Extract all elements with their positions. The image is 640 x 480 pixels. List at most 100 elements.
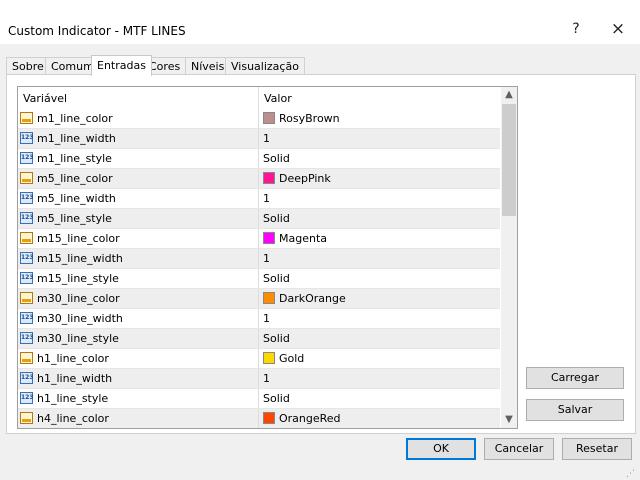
- table-row[interactable]: 123 m1_line_width 1: [18, 129, 500, 149]
- color-swatch: [263, 232, 275, 244]
- variable-cell: 123 m30_line_width: [18, 309, 259, 328]
- variable-cell: m30_line_color: [18, 289, 259, 308]
- variable-name: m1_line_width: [37, 132, 116, 145]
- value-text: 1: [263, 312, 270, 325]
- value-cell[interactable]: Magenta: [259, 229, 500, 248]
- table-row[interactable]: m1_line_color RosyBrown: [18, 109, 500, 129]
- header-value[interactable]: Valor: [259, 87, 500, 109]
- value-cell[interactable]: Solid: [259, 329, 500, 348]
- table-row[interactable]: 123 m5_line_style Solid: [18, 209, 500, 229]
- value-cell[interactable]: Solid: [259, 269, 500, 288]
- value-text: Magenta: [279, 232, 328, 245]
- load-button[interactable]: Carregar: [526, 367, 624, 389]
- value-text: 1: [263, 192, 270, 205]
- value-text: 1: [263, 252, 270, 265]
- grid-header: Variável Valor: [18, 87, 500, 109]
- int-type-icon: 123: [20, 272, 34, 284]
- int-type-icon: 123: [20, 212, 34, 224]
- color-swatch: [263, 112, 275, 124]
- value-cell[interactable]: Solid: [259, 389, 500, 408]
- table-row[interactable]: 123 m15_line_style Solid: [18, 269, 500, 289]
- value-cell[interactable]: DarkOrange: [259, 289, 500, 308]
- title-bar: Custom Indicator - MTF LINES ? ×: [0, 0, 640, 44]
- scroll-down-icon[interactable]: ▼: [501, 412, 517, 428]
- int-type-icon: 123: [20, 372, 34, 384]
- variable-name: m1_line_color: [37, 112, 113, 125]
- variable-name: h1_line_style: [37, 392, 109, 405]
- tab-sobre[interactable]: Sobre: [6, 57, 50, 75]
- color-swatch: [263, 172, 275, 184]
- table-row[interactable]: 123 m15_line_width 1: [18, 249, 500, 269]
- value-cell[interactable]: RosyBrown: [259, 109, 500, 128]
- value-cell[interactable]: DeepPink: [259, 169, 500, 188]
- color-swatch: [263, 292, 275, 304]
- variable-name: m30_line_width: [37, 312, 123, 325]
- tab-entradas[interactable]: Entradas: [91, 55, 152, 76]
- variable-cell: 123 m5_line_style: [18, 209, 259, 228]
- table-row[interactable]: m5_line_color DeepPink: [18, 169, 500, 189]
- scroll-up-icon[interactable]: ▲: [501, 87, 517, 103]
- table-row[interactable]: m30_line_color DarkOrange: [18, 289, 500, 309]
- variable-name: m15_line_color: [37, 232, 120, 245]
- value-cell[interactable]: OrangeRed: [259, 409, 500, 428]
- table-row[interactable]: h1_line_color Gold: [18, 349, 500, 369]
- int-type-icon: 123: [20, 332, 34, 344]
- help-icon[interactable]: ?: [562, 18, 590, 40]
- value-text: 1: [263, 132, 270, 145]
- variable-cell: 123 m15_line_width: [18, 249, 259, 268]
- variable-cell: 123 m5_line_width: [18, 189, 259, 208]
- int-type-icon: 123: [20, 312, 34, 324]
- int-type-icon: 123: [20, 132, 34, 144]
- color-type-icon: [20, 172, 33, 184]
- variable-name: m1_line_style: [37, 152, 112, 165]
- tab-visualizacao[interactable]: Visualização: [225, 57, 305, 75]
- value-text: 1: [263, 372, 270, 385]
- int-type-icon: 123: [20, 192, 34, 204]
- value-text: Solid: [263, 152, 290, 165]
- value-cell[interactable]: 1: [259, 189, 500, 208]
- value-cell[interactable]: 1: [259, 369, 500, 388]
- value-cell[interactable]: 1: [259, 249, 500, 268]
- close-icon[interactable]: ×: [604, 18, 632, 40]
- value-text: DarkOrange: [279, 292, 346, 305]
- int-type-icon: 123: [20, 392, 34, 404]
- color-type-icon: [20, 292, 33, 304]
- table-row[interactable]: h4_line_color OrangeRed: [18, 409, 500, 428]
- value-cell[interactable]: Gold: [259, 349, 500, 368]
- variable-name: m5_line_style: [37, 212, 112, 225]
- cancel-button[interactable]: Cancelar: [484, 438, 554, 460]
- table-row[interactable]: m15_line_color Magenta: [18, 229, 500, 249]
- table-row[interactable]: 123 m1_line_style Solid: [18, 149, 500, 169]
- variable-cell: h1_line_color: [18, 349, 259, 368]
- value-text: DeepPink: [279, 172, 331, 185]
- value-cell[interactable]: 1: [259, 129, 500, 148]
- header-variable[interactable]: Variável: [18, 87, 259, 109]
- table-row[interactable]: 123 m30_line_style Solid: [18, 329, 500, 349]
- variable-cell: m5_line_color: [18, 169, 259, 188]
- value-cell[interactable]: Solid: [259, 149, 500, 168]
- variable-cell: 123 m15_line_style: [18, 269, 259, 288]
- variable-cell: 123 m30_line_style: [18, 329, 259, 348]
- inputs-grid[interactable]: Variável Valor m1_line_color RosyBrown 123…: [17, 86, 518, 429]
- scroll-thumb[interactable]: [502, 104, 516, 216]
- variable-cell: 123 m1_line_width: [18, 129, 259, 148]
- resize-grip-icon[interactable]: ⋰: [626, 468, 638, 480]
- variable-name: m15_line_style: [37, 272, 119, 285]
- table-row[interactable]: 123 h1_line_width 1: [18, 369, 500, 389]
- tab-niveis[interactable]: Níveis: [185, 57, 231, 75]
- value-text: Solid: [263, 392, 290, 405]
- variable-name: m30_line_style: [37, 332, 119, 345]
- reset-button[interactable]: Resetar: [562, 438, 632, 460]
- variable-name: m5_line_width: [37, 192, 116, 205]
- value-cell[interactable]: Solid: [259, 209, 500, 228]
- vertical-scrollbar[interactable]: ▲ ▼: [501, 87, 517, 428]
- color-type-icon: [20, 232, 33, 244]
- value-cell[interactable]: 1: [259, 309, 500, 328]
- value-text: RosyBrown: [279, 112, 340, 125]
- ok-button[interactable]: OK: [406, 438, 476, 460]
- color-type-icon: [20, 352, 33, 364]
- table-row[interactable]: 123 m30_line_width 1: [18, 309, 500, 329]
- save-button[interactable]: Salvar: [526, 399, 624, 421]
- table-row[interactable]: 123 h1_line_style Solid: [18, 389, 500, 409]
- table-row[interactable]: 123 m5_line_width 1: [18, 189, 500, 209]
